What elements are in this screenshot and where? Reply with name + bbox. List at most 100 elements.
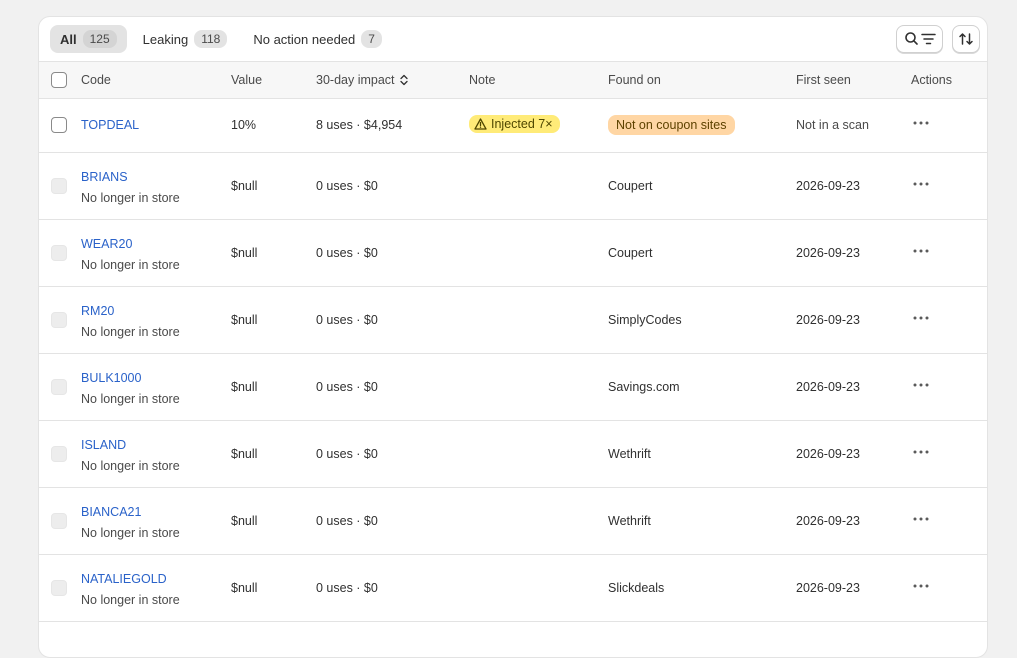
not-on-coupon-sites-badge: Not on coupon sites: [608, 115, 735, 135]
code-link[interactable]: BULK1000: [81, 371, 141, 385]
value-cell: $null: [231, 179, 258, 193]
found-on-cell: Not on coupon sites: [608, 115, 735, 135]
tab-no-action-label: No action needed: [253, 31, 356, 47]
impact-cell: 0 uses · $0: [316, 179, 378, 193]
table-row[interactable]: BIANCA21 No longer in store $null 0 uses…: [39, 488, 987, 555]
sort-button[interactable]: [952, 25, 980, 53]
code-link[interactable]: BIANCA21: [81, 505, 141, 519]
table-row[interactable]: RM20 No longer in store $null 0 uses · $…: [39, 287, 987, 354]
code-status: No longer in store: [81, 191, 180, 205]
tab-no-action-needed[interactable]: No action needed 7: [243, 25, 392, 53]
found-on-cell: Savings.com: [608, 380, 680, 394]
table-body: TOPDEAL 10% 8 uses · $4,954 Injected 7× …: [39, 98, 987, 622]
column-header-code: Code: [81, 73, 111, 87]
table-row[interactable]: NATALIEGOLD No longer in store $null 0 u…: [39, 555, 987, 622]
row-checkbox: [51, 513, 67, 529]
impact-cell: 0 uses · $0: [316, 313, 378, 327]
code-status: No longer in store: [81, 325, 180, 339]
table-toolbar: All 125 Leaking 118 No action needed 7: [39, 17, 987, 61]
select-all-checkbox[interactable]: [51, 72, 67, 88]
column-header-impact[interactable]: 30-day impact: [316, 62, 409, 98]
found-on-cell: SimplyCodes: [608, 313, 682, 327]
row-checkbox: [51, 178, 67, 194]
table-row[interactable]: ISLAND No longer in store $null 0 uses ·…: [39, 421, 987, 488]
impact-cell: 0 uses · $0: [316, 514, 378, 528]
row-actions-button[interactable]: [909, 175, 933, 193]
row-checkbox[interactable]: [51, 117, 67, 133]
value-cell: $null: [231, 380, 258, 394]
row-checkbox: [51, 245, 67, 261]
tab-leaking[interactable]: Leaking 118: [133, 25, 238, 53]
found-on-cell: Wethrift: [608, 514, 651, 528]
row-checkbox: [51, 580, 67, 596]
first-seen-cell: 2026-09-23: [796, 514, 860, 528]
chevron-up-down-icon: [399, 74, 408, 86]
more-horizontal-icon: [913, 517, 929, 521]
impact-cell: 0 uses · $0: [316, 380, 378, 394]
more-horizontal-icon: [913, 121, 929, 125]
column-header-actions: Actions: [911, 73, 952, 87]
row-actions-button[interactable]: [909, 309, 933, 327]
code-link[interactable]: NATALIEGOLD: [81, 572, 167, 586]
value-cell: $null: [231, 447, 258, 461]
first-seen-cell: 2026-09-23: [796, 246, 860, 260]
row-checkbox: [51, 312, 67, 328]
code-link[interactable]: TOPDEAL: [81, 118, 139, 132]
column-header-first-seen: First seen: [796, 73, 851, 87]
tab-all-count: 125: [82, 30, 117, 48]
table-row[interactable]: TOPDEAL 10% 8 uses · $4,954 Injected 7× …: [39, 98, 987, 153]
impact-cell: 0 uses · $0: [316, 581, 378, 595]
code-status: No longer in store: [81, 459, 180, 473]
row-checkbox: [51, 446, 67, 462]
found-on-cell: Slickdeals: [608, 581, 665, 595]
table-row[interactable]: BULK1000 No longer in store $null 0 uses…: [39, 354, 987, 421]
value-cell: $null: [231, 514, 258, 528]
value-cell: $null: [231, 246, 258, 260]
tab-all-label: All: [60, 31, 77, 47]
row-actions-button[interactable]: [909, 376, 933, 394]
row-checkbox: [51, 379, 67, 395]
more-horizontal-icon: [913, 316, 929, 320]
first-seen-cell: 2026-09-23: [796, 447, 860, 461]
code-status: No longer in store: [81, 526, 180, 540]
tab-leaking-label: Leaking: [142, 31, 189, 47]
tab-all[interactable]: All 125: [50, 25, 127, 53]
row-actions-button[interactable]: [909, 577, 933, 595]
table-row[interactable]: WEAR20 No longer in store $null 0 uses ·…: [39, 220, 987, 287]
code-link[interactable]: ISLAND: [81, 438, 126, 452]
found-on-cell: Coupert: [608, 246, 653, 260]
code-link[interactable]: RM20: [81, 304, 114, 318]
search-filter-icon: [904, 32, 936, 45]
value-cell: $null: [231, 313, 258, 327]
tab-leaking-count: 118: [194, 30, 228, 48]
more-horizontal-icon: [913, 584, 929, 588]
more-horizontal-icon: [913, 182, 929, 186]
first-seen-cell: 2026-09-23: [796, 313, 860, 327]
tab-no-action-count: 7: [361, 30, 382, 48]
row-actions-button[interactable]: [909, 510, 933, 528]
first-seen-cell: 2026-09-23: [796, 581, 860, 595]
code-status: No longer in store: [81, 258, 180, 272]
codes-table-card: All 125 Leaking 118 No action needed 7 C…: [38, 16, 988, 658]
table-row[interactable]: BRIANS No longer in store $null 0 uses ·…: [39, 153, 987, 220]
more-horizontal-icon: [913, 450, 929, 454]
code-link[interactable]: WEAR20: [81, 237, 132, 251]
row-actions-button[interactable]: [909, 242, 933, 260]
code-link[interactable]: BRIANS: [81, 170, 128, 184]
row-actions-button[interactable]: [909, 443, 933, 461]
found-on-cell: Coupert: [608, 179, 653, 193]
row-actions-button[interactable]: [909, 114, 933, 132]
sort-icon: [959, 33, 973, 45]
impact-cell: 8 uses · $4,954: [316, 118, 403, 132]
value-cell: $null: [231, 581, 258, 595]
more-horizontal-icon: [913, 383, 929, 387]
table-header: Code Value 30-day impact Note Found on F…: [39, 61, 987, 99]
first-seen-cell: 2026-09-23: [796, 179, 860, 193]
filter-tabs: All 125 Leaking 118 No action needed 7: [50, 25, 392, 53]
first-seen-cell: 2026-09-23: [796, 380, 860, 394]
code-status: No longer in store: [81, 392, 180, 406]
impact-cell: 0 uses · $0: [316, 447, 378, 461]
found-on-cell: Wethrift: [608, 447, 651, 461]
search-filter-button[interactable]: [896, 25, 943, 53]
impact-cell: 0 uses · $0: [316, 246, 378, 260]
